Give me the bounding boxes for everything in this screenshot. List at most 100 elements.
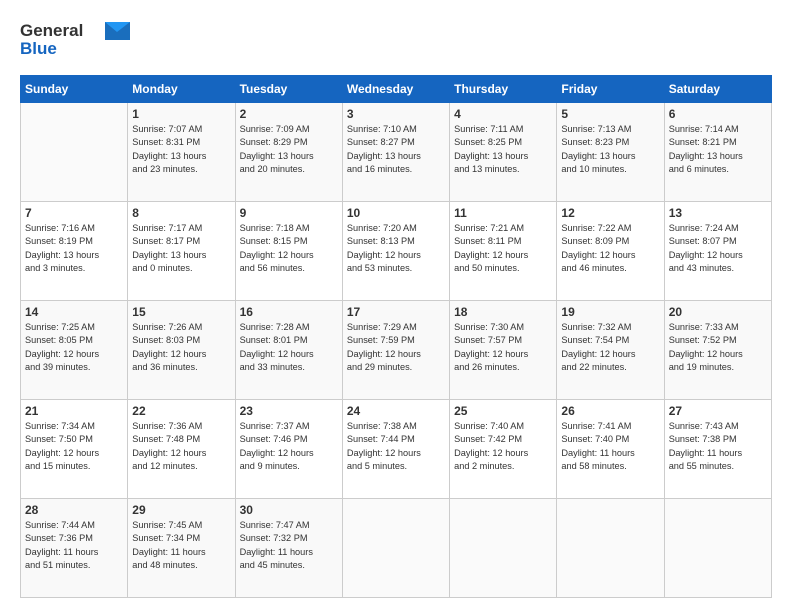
calendar-week-row: 1 Sunrise: 7:07 AM Sunset: 8:31 PM Daylig… — [21, 103, 772, 202]
calendar-weekday-saturday: Saturday — [664, 76, 771, 103]
calendar-cell: 29 Sunrise: 7:45 AM Sunset: 7:34 PM Dayli… — [128, 499, 235, 598]
day-info: Sunrise: 7:10 AM Sunset: 8:27 PM Dayligh… — [347, 123, 445, 176]
day-info: Sunrise: 7:41 AM Sunset: 7:40 PM Dayligh… — [561, 420, 659, 473]
calendar-weekday-friday: Friday — [557, 76, 664, 103]
day-info: Sunrise: 7:24 AM Sunset: 8:07 PM Dayligh… — [669, 222, 767, 275]
calendar-cell — [450, 499, 557, 598]
day-number: 1 — [132, 107, 230, 121]
calendar-cell: 24Sunrise: 7:38 AM Sunset: 7:44 PM Dayli… — [342, 400, 449, 499]
day-info: Sunrise: 7:33 AM Sunset: 7:52 PM Dayligh… — [669, 321, 767, 374]
day-number: 6 — [669, 107, 767, 121]
day-number: 27 — [669, 404, 767, 418]
day-info: Sunrise: 7:09 AM Sunset: 8:29 PM Dayligh… — [240, 123, 338, 176]
day-info: Sunrise: 7:34 AM Sunset: 7:50 PM Dayligh… — [25, 420, 123, 473]
day-number: 4 — [454, 107, 552, 121]
day-number: 14 — [25, 305, 123, 319]
day-info: Sunrise: 7:29 AM Sunset: 7:59 PM Dayligh… — [347, 321, 445, 374]
day-info: Sunrise: 7:40 AM Sunset: 7:42 PM Dayligh… — [454, 420, 552, 473]
day-number: 18 — [454, 305, 552, 319]
calendar-week-row: 14 Sunrise: 7:25 AM Sunset: 8:05 PM Dayli… — [21, 301, 772, 400]
calendar-cell: 27 Sunrise: 7:43 AM Sunset: 7:38 PM Dayli… — [664, 400, 771, 499]
day-number: 19 — [561, 305, 659, 319]
calendar-cell: 18 Sunrise: 7:30 AM Sunset: 7:57 PM Dayli… — [450, 301, 557, 400]
day-info: Sunrise: 7:22 AM Sunset: 8:09 PM Dayligh… — [561, 222, 659, 275]
day-number: 16 — [240, 305, 338, 319]
calendar-weekday-monday: Monday — [128, 76, 235, 103]
day-info: Sunrise: 7:44 AM Sunset: 7:36 PM Dayligh… — [25, 519, 123, 572]
day-number: 9 — [240, 206, 338, 220]
page: General Blue SundayMondayTuesdayWednesda… — [0, 0, 792, 612]
calendar-week-row: 21Sunrise: 7:34 AM Sunset: 7:50 PM Dayli… — [21, 400, 772, 499]
day-number: 11 — [454, 206, 552, 220]
day-info: Sunrise: 7:28 AM Sunset: 8:01 PM Dayligh… — [240, 321, 338, 374]
calendar-week-row: 7 Sunrise: 7:16 AM Sunset: 8:19 PM Daylig… — [21, 202, 772, 301]
calendar-cell: 17 Sunrise: 7:29 AM Sunset: 7:59 PM Dayli… — [342, 301, 449, 400]
day-number: 20 — [669, 305, 767, 319]
day-info: Sunrise: 7:37 AM Sunset: 7:46 PM Dayligh… — [240, 420, 338, 473]
logo: General Blue — [20, 18, 130, 65]
calendar-cell: 22 Sunrise: 7:36 AM Sunset: 7:48 PM Dayli… — [128, 400, 235, 499]
day-number: 3 — [347, 107, 445, 121]
day-info: Sunrise: 7:45 AM Sunset: 7:34 PM Dayligh… — [132, 519, 230, 572]
day-number: 25 — [454, 404, 552, 418]
day-info: Sunrise: 7:16 AM Sunset: 8:19 PM Dayligh… — [25, 222, 123, 275]
day-number: 2 — [240, 107, 338, 121]
calendar-cell: 8 Sunrise: 7:17 AM Sunset: 8:17 PM Daylig… — [128, 202, 235, 301]
calendar-cell — [21, 103, 128, 202]
calendar-cell: 14 Sunrise: 7:25 AM Sunset: 8:05 PM Dayli… — [21, 301, 128, 400]
logo-text-block: General Blue — [20, 18, 130, 65]
calendar-cell — [664, 499, 771, 598]
day-number: 26 — [561, 404, 659, 418]
calendar-cell: 2 Sunrise: 7:09 AM Sunset: 8:29 PM Daylig… — [235, 103, 342, 202]
day-number: 30 — [240, 503, 338, 517]
day-number: 22 — [132, 404, 230, 418]
day-info: Sunrise: 7:18 AM Sunset: 8:15 PM Dayligh… — [240, 222, 338, 275]
day-info: Sunrise: 7:17 AM Sunset: 8:17 PM Dayligh… — [132, 222, 230, 275]
day-info: Sunrise: 7:36 AM Sunset: 7:48 PM Dayligh… — [132, 420, 230, 473]
day-number: 15 — [132, 305, 230, 319]
svg-text:General: General — [20, 21, 83, 40]
calendar-cell: 30Sunrise: 7:47 AM Sunset: 7:32 PM Dayli… — [235, 499, 342, 598]
calendar-cell: 10 Sunrise: 7:20 AM Sunset: 8:13 PM Dayli… — [342, 202, 449, 301]
day-info: Sunrise: 7:13 AM Sunset: 8:23 PM Dayligh… — [561, 123, 659, 176]
calendar-cell: 5Sunrise: 7:13 AM Sunset: 8:23 PM Daylig… — [557, 103, 664, 202]
calendar-cell: 23 Sunrise: 7:37 AM Sunset: 7:46 PM Dayli… — [235, 400, 342, 499]
calendar-cell: 7 Sunrise: 7:16 AM Sunset: 8:19 PM Daylig… — [21, 202, 128, 301]
logo-svg: General Blue — [20, 18, 130, 60]
calendar-header-row: SundayMondayTuesdayWednesdayThursdayFrid… — [21, 76, 772, 103]
day-number: 29 — [132, 503, 230, 517]
calendar-table: SundayMondayTuesdayWednesdayThursdayFrid… — [20, 75, 772, 598]
day-number: 23 — [240, 404, 338, 418]
day-number: 7 — [25, 206, 123, 220]
day-info: Sunrise: 7:07 AM Sunset: 8:31 PM Dayligh… — [132, 123, 230, 176]
calendar-cell: 3 Sunrise: 7:10 AM Sunset: 8:27 PM Daylig… — [342, 103, 449, 202]
calendar-cell: 6 Sunrise: 7:14 AM Sunset: 8:21 PM Daylig… — [664, 103, 771, 202]
calendar-cell: 1 Sunrise: 7:07 AM Sunset: 8:31 PM Daylig… — [128, 103, 235, 202]
calendar-weekday-tuesday: Tuesday — [235, 76, 342, 103]
day-info: Sunrise: 7:32 AM Sunset: 7:54 PM Dayligh… — [561, 321, 659, 374]
day-info: Sunrise: 7:26 AM Sunset: 8:03 PM Dayligh… — [132, 321, 230, 374]
calendar-cell: 21Sunrise: 7:34 AM Sunset: 7:50 PM Dayli… — [21, 400, 128, 499]
day-number: 17 — [347, 305, 445, 319]
calendar-cell: 19 Sunrise: 7:32 AM Sunset: 7:54 PM Dayli… — [557, 301, 664, 400]
calendar-weekday-thursday: Thursday — [450, 76, 557, 103]
day-info: Sunrise: 7:25 AM Sunset: 8:05 PM Dayligh… — [25, 321, 123, 374]
day-info: Sunrise: 7:20 AM Sunset: 8:13 PM Dayligh… — [347, 222, 445, 275]
day-info: Sunrise: 7:30 AM Sunset: 7:57 PM Dayligh… — [454, 321, 552, 374]
calendar-cell: 13Sunrise: 7:24 AM Sunset: 8:07 PM Dayli… — [664, 202, 771, 301]
calendar-cell: 26 Sunrise: 7:41 AM Sunset: 7:40 PM Dayli… — [557, 400, 664, 499]
calendar-cell: 4 Sunrise: 7:11 AM Sunset: 8:25 PM Daylig… — [450, 103, 557, 202]
day-number: 12 — [561, 206, 659, 220]
day-info: Sunrise: 7:38 AM Sunset: 7:44 PM Dayligh… — [347, 420, 445, 473]
day-number: 10 — [347, 206, 445, 220]
day-info: Sunrise: 7:43 AM Sunset: 7:38 PM Dayligh… — [669, 420, 767, 473]
calendar-cell: 20 Sunrise: 7:33 AM Sunset: 7:52 PM Dayli… — [664, 301, 771, 400]
header: General Blue — [20, 18, 772, 65]
calendar-cell: 12 Sunrise: 7:22 AM Sunset: 8:09 PM Dayli… — [557, 202, 664, 301]
calendar-weekday-sunday: Sunday — [21, 76, 128, 103]
day-info: Sunrise: 7:11 AM Sunset: 8:25 PM Dayligh… — [454, 123, 552, 176]
calendar-week-row: 28Sunrise: 7:44 AM Sunset: 7:36 PM Dayli… — [21, 499, 772, 598]
calendar-weekday-wednesday: Wednesday — [342, 76, 449, 103]
day-info: Sunrise: 7:14 AM Sunset: 8:21 PM Dayligh… — [669, 123, 767, 176]
day-number: 8 — [132, 206, 230, 220]
